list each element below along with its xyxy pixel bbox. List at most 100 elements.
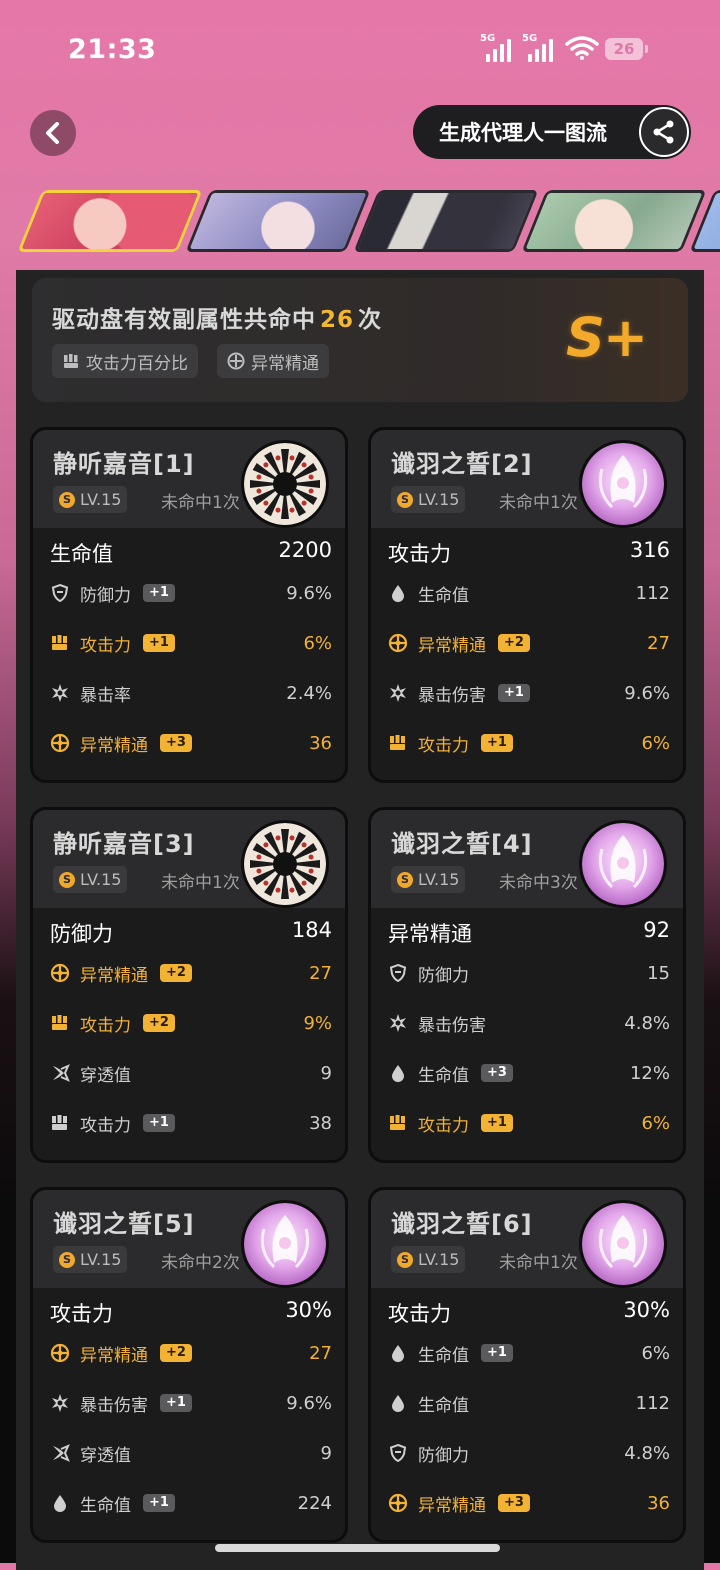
share-icon bbox=[653, 120, 674, 144]
disc-level-badge: S LV.15 bbox=[53, 486, 128, 513]
anomaly-icon bbox=[50, 963, 70, 983]
roll-count-badge: +1 bbox=[143, 1494, 175, 1512]
disc-card-5[interactable]: 谶羽之誓[5] S LV.15 未命中2次 攻击力 30% 异常精通 +2 27 暴… bbox=[30, 1187, 348, 1543]
disc-name: 静听嘉音[1] bbox=[53, 450, 195, 478]
disc-sub-stat: 生命值 112 bbox=[388, 578, 670, 608]
rank-coin-icon: S bbox=[59, 871, 75, 888]
disc-main-stat: 攻击力 30% bbox=[388, 1298, 670, 1326]
roll-count-badge: +1 bbox=[498, 684, 530, 702]
disc-miss-count: 未命中1次 bbox=[499, 1253, 578, 1273]
drop-icon bbox=[388, 1393, 408, 1413]
drop-icon bbox=[50, 1493, 70, 1513]
disc-name: 静听嘉音[3] bbox=[53, 830, 195, 858]
disc-set-icon bbox=[241, 1200, 329, 1288]
roll-count-badge: +1 bbox=[143, 584, 175, 602]
agent-portrait-1[interactable] bbox=[17, 190, 203, 252]
roll-count-badge: +1 bbox=[481, 734, 513, 752]
roll-count-badge: +3 bbox=[481, 1064, 513, 1082]
back-button[interactable] bbox=[30, 110, 76, 156]
home-indicator bbox=[215, 1544, 500, 1552]
disc-sub-stat: 暴击伤害 +1 9.6% bbox=[388, 678, 670, 708]
disc-miss-count: 未命中1次 bbox=[499, 493, 578, 513]
drop-icon bbox=[388, 583, 408, 603]
pierce-icon bbox=[50, 1063, 70, 1083]
disc-sub-stat: 防御力 4.8% bbox=[388, 1438, 670, 1468]
disc-sub-stat: 生命值 +3 12% bbox=[388, 1058, 670, 1088]
disc-level-badge: S LV.15 bbox=[391, 486, 466, 513]
crit-star-icon bbox=[50, 683, 70, 703]
disc-card-1[interactable]: 静听嘉音[1] S LV.15 未命中1次 生命值 2200 防御力 +1 9.6%… bbox=[30, 427, 348, 783]
disc-level-badge: S LV.15 bbox=[53, 1246, 128, 1273]
rank-coin-icon: S bbox=[59, 491, 75, 508]
wifi-icon bbox=[565, 36, 599, 60]
disc-miss-count: 未命中2次 bbox=[161, 1253, 240, 1273]
disc-set-icon bbox=[579, 440, 667, 528]
disc-miss-count: 未命中1次 bbox=[161, 493, 240, 513]
roll-count-badge: +2 bbox=[160, 964, 192, 982]
roll-count-badge: +2 bbox=[498, 634, 530, 652]
anomaly-icon bbox=[388, 1493, 408, 1513]
tag-attack-percent: 攻击力百分比 bbox=[52, 344, 198, 378]
rank-coin-icon: S bbox=[59, 1251, 75, 1268]
agent-portrait-2[interactable] bbox=[185, 190, 371, 252]
disc-level-badge: S LV.15 bbox=[391, 866, 466, 893]
crit-star-icon bbox=[388, 683, 408, 703]
roll-count-badge: +3 bbox=[160, 734, 192, 752]
disc-name: 谶羽之誓[4] bbox=[391, 830, 533, 858]
rank-coin-icon: S bbox=[397, 491, 413, 508]
disc-sub-stat: 攻击力 +1 6% bbox=[388, 1108, 670, 1138]
disc-card-4[interactable]: 谶羽之誓[4] S LV.15 未命中3次 异常精通 92 防御力 15 暴击伤害 … bbox=[368, 807, 686, 1163]
disc-name: 谶羽之誓[5] bbox=[53, 1210, 195, 1238]
disc-sub-stat: 攻击力 +2 9% bbox=[50, 1008, 332, 1038]
disc-sub-stat: 异常精通 +2 27 bbox=[388, 628, 670, 658]
disc-miss-count: 未命中3次 bbox=[499, 873, 578, 893]
disc-card-2[interactable]: 谶羽之誓[2] S LV.15 未命中1次 攻击力 316 生命值 112 异常精通… bbox=[368, 427, 686, 783]
rank-coin-icon: S bbox=[397, 871, 413, 888]
disc-sub-stat: 攻击力 +1 6% bbox=[388, 728, 670, 758]
fist-icon bbox=[50, 633, 70, 653]
agent-portrait-3[interactable] bbox=[353, 190, 539, 252]
disc-sub-stat: 攻击力 +1 6% bbox=[50, 628, 332, 658]
disc-sub-stat: 生命值 +1 224 bbox=[50, 1488, 332, 1518]
roll-count-badge: +1 bbox=[481, 1114, 513, 1132]
battery-icon: 26 bbox=[605, 38, 648, 60]
anomaly-icon bbox=[227, 352, 245, 370]
chevron-left-icon bbox=[46, 122, 59, 144]
pierce-icon bbox=[50, 1443, 70, 1463]
agent-portrait-4[interactable] bbox=[521, 190, 707, 252]
disc-sub-stat: 异常精通 +2 27 bbox=[50, 958, 332, 988]
disc-sub-stat: 穿透值 9 bbox=[50, 1058, 332, 1088]
disc-name: 谶羽之誓[2] bbox=[391, 450, 533, 478]
disc-card-6[interactable]: 谶羽之誓[6] S LV.15 未命中1次 攻击力 30% 生命值 +1 6% 生命… bbox=[368, 1187, 686, 1543]
roll-count-badge: +1 bbox=[160, 1394, 192, 1412]
disc-card-3[interactable]: 静听嘉音[3] S LV.15 未命中1次 防御力 184 异常精通 +2 27 攻… bbox=[30, 807, 348, 1163]
disc-sub-stat: 暴击伤害 4.8% bbox=[388, 1008, 670, 1038]
shield-icon bbox=[388, 963, 408, 983]
disc-set-icon bbox=[241, 820, 329, 908]
disc-sub-stat: 穿透值 9 bbox=[50, 1438, 332, 1468]
roll-count-badge: +1 bbox=[143, 1114, 175, 1132]
generate-card-label: 生成代理人一图流 bbox=[439, 121, 607, 145]
drop-icon bbox=[388, 1063, 408, 1083]
disc-set-icon bbox=[579, 1200, 667, 1288]
fist-icon bbox=[50, 1013, 70, 1033]
disc-sub-stat: 异常精通 +3 36 bbox=[388, 1488, 670, 1518]
disc-sub-stat: 生命值 112 bbox=[388, 1388, 670, 1418]
disc-main-stat: 防御力 184 bbox=[50, 918, 332, 946]
rank-coin-icon: S bbox=[397, 1251, 413, 1268]
fist-icon bbox=[388, 733, 408, 753]
generate-card-button[interactable]: 生成代理人一图流 bbox=[413, 105, 691, 159]
agent-selector bbox=[0, 186, 720, 258]
disc-sub-stat: 防御力 15 bbox=[388, 958, 670, 988]
roll-count-badge: +2 bbox=[143, 1014, 175, 1032]
disc-sub-stat: 异常精通 +2 27 bbox=[50, 1338, 332, 1368]
anomaly-icon bbox=[50, 733, 70, 753]
disc-sub-stat: 攻击力 +1 38 bbox=[50, 1108, 332, 1138]
disc-set-icon bbox=[579, 820, 667, 908]
disc-main-stat: 攻击力 316 bbox=[388, 538, 670, 566]
grade-badge: S+ bbox=[566, 306, 648, 369]
crit-star-icon bbox=[50, 1393, 70, 1413]
share-button[interactable] bbox=[639, 107, 689, 157]
anomaly-icon bbox=[50, 1343, 70, 1363]
fist-icon bbox=[64, 354, 78, 368]
